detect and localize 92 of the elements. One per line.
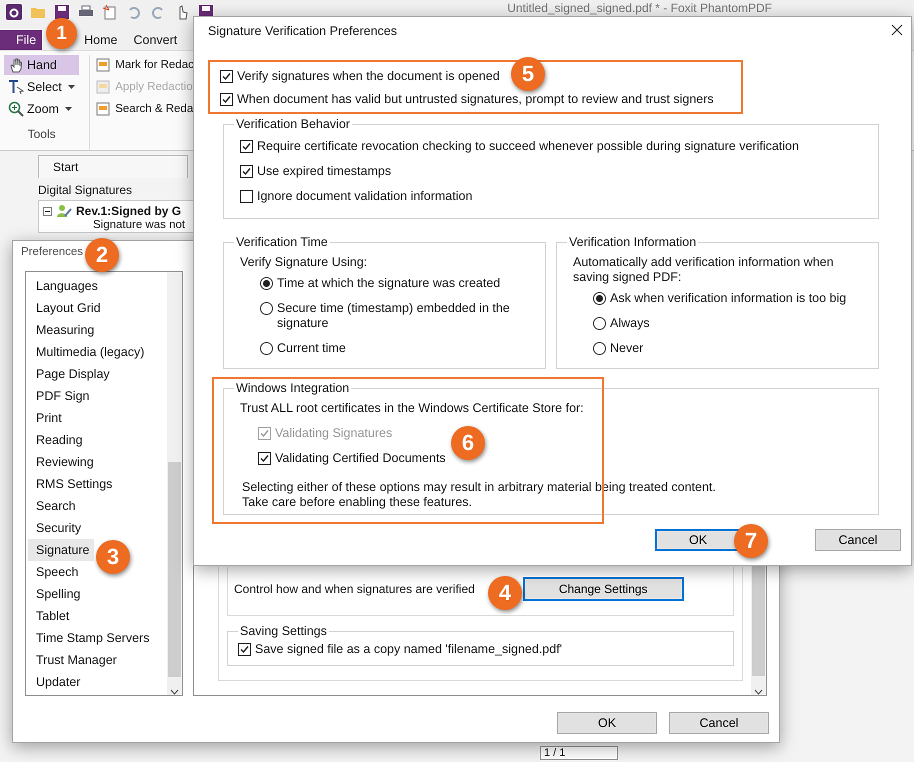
zoom-icon bbox=[8, 101, 24, 117]
redaction-icon bbox=[96, 57, 112, 73]
checkbox[interactable] bbox=[258, 452, 271, 465]
checkbox-label: Save signed file as a copy named 'filename_signed.pdf' bbox=[255, 642, 562, 657]
redaction-icon bbox=[96, 79, 112, 95]
radio-button[interactable] bbox=[260, 342, 273, 355]
category-item[interactable]: Measuring bbox=[28, 319, 98, 341]
category-item[interactable]: Reading bbox=[28, 429, 87, 451]
group-title: Saving Settings bbox=[239, 624, 328, 638]
dialog-button[interactable]: OK bbox=[655, 529, 741, 551]
save-icon[interactable] bbox=[54, 4, 70, 20]
dialog-title: Signature Verification Preferences bbox=[207, 24, 397, 38]
file-menu[interactable]: File bbox=[0, 30, 42, 50]
category-item[interactable]: RMS Settings bbox=[28, 473, 116, 495]
change-settings-button[interactable]: Change Settings bbox=[522, 577, 684, 601]
category-item[interactable]: Tablet bbox=[28, 605, 74, 627]
category-item[interactable]: PDF Sign bbox=[28, 385, 94, 407]
checkbox[interactable] bbox=[238, 643, 251, 656]
radio-label: Always bbox=[610, 316, 650, 331]
category-item[interactable]: Spelling bbox=[28, 583, 84, 605]
radio-label: Time at which the signature was created bbox=[277, 276, 500, 291]
group-description: Automatically add verification information when saving signed PDF: bbox=[573, 255, 835, 285]
tool-button[interactable]: Zoom bbox=[4, 99, 80, 119]
category-item[interactable]: Search bbox=[28, 495, 80, 517]
verify-description: Control how and when signatures are verified bbox=[234, 582, 475, 596]
window-title: Untitled_signed_signed.pdf * - Foxit PhantomPDF bbox=[507, 1, 772, 15]
category-item[interactable]: Reviewing bbox=[28, 451, 98, 473]
category-item[interactable]: Security bbox=[28, 517, 86, 539]
radio-button[interactable] bbox=[260, 302, 273, 315]
checkbox[interactable] bbox=[220, 93, 233, 106]
radio-label: Secure time (timestamp) embedded in the signature bbox=[277, 301, 511, 331]
category-item[interactable]: Trust Manager bbox=[28, 649, 121, 671]
radio-label: Never bbox=[610, 341, 644, 356]
page-number-field[interactable]: 1 / 1 bbox=[540, 746, 618, 760]
group-title: Verification Behavior bbox=[235, 117, 351, 131]
ribbon-tab[interactable]: Convert bbox=[126, 30, 186, 50]
new-document-icon[interactable] bbox=[102, 4, 118, 20]
category-item[interactable]: Multimedia (legacy) bbox=[28, 341, 148, 363]
checkbox-label: Use expired timestamps bbox=[257, 164, 392, 179]
category-item[interactable]: Layout Grid bbox=[28, 297, 105, 319]
radio-button[interactable] bbox=[260, 277, 273, 290]
category-item[interactable]: Signature bbox=[28, 539, 94, 561]
scrollbar[interactable] bbox=[167, 272, 182, 695]
collapse-icon[interactable] bbox=[43, 206, 52, 216]
signature-entry[interactable]: Rev.1:Signed by G Signature was not bbox=[38, 200, 196, 233]
category-item[interactable]: Print bbox=[28, 407, 66, 429]
panel-title: Digital Signatures bbox=[38, 182, 132, 199]
signature-status: Signature was not bbox=[92, 219, 186, 232]
group-title: Windows Integration bbox=[235, 381, 350, 395]
checkbox[interactable] bbox=[220, 70, 233, 83]
checkbox-label: When document has valid but untrusted signatures, prompt to review and trust signers bbox=[237, 92, 714, 107]
group-description: Verify Signature Using: bbox=[240, 255, 368, 270]
category-item[interactable]: Page Display bbox=[28, 363, 114, 385]
signature-title: Rev.1:Signed by G bbox=[76, 204, 182, 218]
app-logo-icon bbox=[6, 4, 22, 20]
checkbox[interactable] bbox=[240, 140, 253, 153]
group-title: Verification Time bbox=[235, 235, 329, 249]
group-label: Tools bbox=[26, 127, 57, 141]
category-item[interactable]: Languages bbox=[28, 275, 102, 297]
caret-icon bbox=[65, 107, 72, 111]
radio-button[interactable] bbox=[593, 317, 606, 330]
checkbox[interactable] bbox=[240, 190, 253, 203]
redaction-icon bbox=[96, 101, 112, 117]
text-cursor-icon bbox=[8, 79, 24, 95]
radio-label: Current time bbox=[277, 341, 346, 356]
radio-button[interactable] bbox=[593, 292, 606, 305]
category-item[interactable]: Time Stamp Servers bbox=[28, 627, 154, 649]
radio-button[interactable] bbox=[593, 342, 606, 355]
checkbox-label: Require certificate revocation checking to succeed whenever possible during signature verification bbox=[257, 139, 799, 154]
category-item[interactable]: Speech bbox=[28, 561, 82, 583]
ribbon-tab[interactable]: Home bbox=[76, 30, 126, 50]
scroll-down-icon[interactable] bbox=[170, 689, 179, 695]
signer-icon bbox=[56, 203, 72, 219]
checkbox-label: Validating Signatures bbox=[275, 426, 392, 441]
group-title: Verification Information bbox=[568, 235, 698, 249]
category-item[interactable]: Updater bbox=[28, 671, 84, 693]
scroll-down-icon[interactable] bbox=[754, 689, 763, 695]
checkbox-label: Verify signatures when the document is opened bbox=[237, 69, 500, 84]
tool-button[interactable]: Hand bbox=[4, 55, 80, 75]
dialog-button[interactable]: Cancel bbox=[669, 712, 769, 734]
caret-icon bbox=[68, 85, 76, 89]
dialog-button[interactable]: Cancel bbox=[815, 529, 901, 551]
hand-icon bbox=[8, 57, 24, 73]
checkbox[interactable] bbox=[240, 165, 253, 178]
checkbox-label: Validating Certified Documents bbox=[275, 451, 446, 466]
tool-button[interactable]: Select bbox=[4, 77, 80, 97]
group-description: Trust ALL root certificates in the Windows Certificate Store for: bbox=[240, 401, 585, 416]
checkbox-label: Ignore document validation information bbox=[257, 189, 472, 204]
document-tab[interactable]: Start bbox=[38, 155, 188, 178]
dialog-title: Preferences bbox=[20, 245, 84, 260]
dialog-button[interactable]: OK bbox=[557, 712, 657, 734]
radio-label: Ask when verification information is too big bbox=[610, 291, 846, 306]
